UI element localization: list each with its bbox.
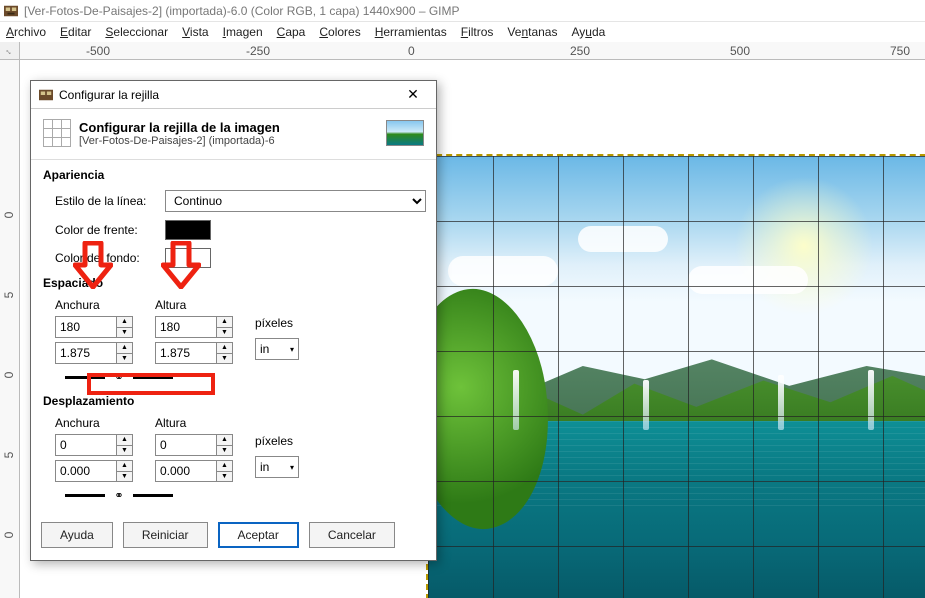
spin-down-icon[interactable]: ▼ (117, 446, 132, 456)
spin-up-icon[interactable]: ▲ (217, 461, 232, 472)
appearance-title: Apariencia (43, 168, 426, 182)
bg-color-label: Color del fondo: (55, 251, 155, 265)
dialog-header-sub: [Ver-Fotos-De-Paisajes-2] (importada)-6 (79, 135, 280, 147)
spin-down-icon[interactable]: ▼ (217, 354, 232, 364)
reset-button[interactable]: Reiniciar (123, 522, 208, 548)
spacing-height-label: Altura (155, 298, 235, 312)
offset-width-unit[interactable]: ▲▼ (55, 460, 133, 482)
chevron-down-icon: ▾ (290, 345, 294, 354)
offset-title: Desplazamiento (43, 394, 426, 408)
offset-width-px[interactable]: ▲▼ (55, 434, 133, 456)
ruler-h-tick: 750 (890, 44, 910, 58)
menu-archivo[interactable]: Archivo (6, 25, 46, 39)
dialog-header: Configurar la rejilla de la imagen [Ver-… (41, 115, 426, 157)
menu-filtros[interactable]: Filtros (461, 25, 494, 39)
offset-height-label: Altura (155, 416, 235, 430)
dialog-header-title: Configurar la rejilla de la imagen (79, 120, 280, 135)
px-unit-label: píxeles (255, 434, 293, 448)
offset-chain[interactable]: ⚭ (65, 488, 426, 502)
ruler-v-tick: 5 (2, 292, 16, 299)
main-titlebar: [Ver-Fotos-De-Paisajes-2] (importada)-6.… (0, 0, 925, 22)
close-icon[interactable]: ✕ (398, 84, 428, 106)
menu-herramientas[interactable]: Herramientas (375, 25, 447, 39)
line-style-select[interactable]: Continuo (165, 190, 426, 212)
fg-color-label: Color de frente: (55, 223, 155, 237)
ruler-h-tick: 500 (730, 44, 750, 58)
menu-ventanas[interactable]: Ventanas (507, 25, 557, 39)
chain-link-icon[interactable]: ⚭ (109, 488, 129, 502)
ruler-v-tick: 5 (2, 452, 16, 459)
image-on-canvas[interactable] (426, 154, 925, 598)
spin-down-icon[interactable]: ▼ (117, 354, 132, 364)
bg-color-swatch[interactable] (165, 248, 211, 268)
grid-icon (43, 119, 71, 147)
offset-unit-select[interactable]: in▾ (255, 456, 299, 478)
spin-down-icon[interactable]: ▼ (217, 328, 232, 338)
ruler-h-tick: -500 (86, 44, 110, 58)
offset-width-label: Anchura (55, 416, 135, 430)
menu-bar: Archivo Editar Seleccionar Vista Imagen … (0, 22, 925, 42)
fg-color-swatch[interactable] (165, 220, 211, 240)
ruler-v-tick: 0 (2, 212, 16, 219)
spacing-title: Espaciado (43, 276, 426, 290)
accept-button[interactable]: Aceptar (218, 522, 299, 548)
offset-height-unit[interactable]: ▲▼ (155, 460, 233, 482)
spin-up-icon[interactable]: ▲ (117, 317, 132, 328)
spacing-width-unit[interactable]: ▲▼ (55, 342, 133, 364)
spin-up-icon[interactable]: ▲ (117, 435, 132, 446)
menu-vista[interactable]: Vista (182, 25, 208, 39)
menu-capa[interactable]: Capa (277, 25, 306, 39)
spin-up-icon[interactable]: ▲ (117, 343, 132, 354)
grid-overlay (428, 156, 925, 598)
spin-up-icon[interactable]: ▲ (217, 435, 232, 446)
spacing-chain[interactable]: ⚭ (65, 370, 426, 384)
px-unit-label: píxeles (255, 316, 293, 330)
dialog-title: Configurar la rejilla (59, 88, 159, 102)
offset-height-px[interactable]: ▲▼ (155, 434, 233, 456)
spacing-width-px[interactable]: ▲▼ (55, 316, 133, 338)
gimp-icon (39, 89, 53, 101)
spin-down-icon[interactable]: ▼ (117, 472, 132, 482)
dialog-titlebar[interactable]: Configurar la rejilla ✕ (31, 81, 436, 109)
image-thumbnail (386, 120, 424, 146)
spacing-height-px[interactable]: ▲▼ (155, 316, 233, 338)
chain-link-icon[interactable]: ⚭ (109, 370, 129, 384)
spacing-unit-select[interactable]: in▾ (255, 338, 299, 360)
spin-up-icon[interactable]: ▲ (217, 317, 232, 328)
ruler-horizontal[interactable]: -500 -250 0 250 500 750 (20, 42, 925, 60)
spacing-width-label: Anchura (55, 298, 135, 312)
spacing-height-unit[interactable]: ▲▼ (155, 342, 233, 364)
ruler-h-tick: 250 (570, 44, 590, 58)
ruler-v-tick: 0 (2, 532, 16, 539)
ruler-h-tick: 0 (408, 44, 415, 58)
ruler-corner[interactable]: ↔ (0, 42, 20, 60)
spin-down-icon[interactable]: ▼ (117, 328, 132, 338)
menu-ayuda[interactable]: Ayuda (571, 25, 605, 39)
ruler-h-tick: -250 (246, 44, 270, 58)
cancel-button[interactable]: Cancelar (309, 522, 395, 548)
spin-up-icon[interactable]: ▲ (117, 461, 132, 472)
chevron-down-icon: ▾ (290, 463, 294, 472)
menu-seleccionar[interactable]: Seleccionar (105, 25, 168, 39)
menu-imagen[interactable]: Imagen (223, 25, 263, 39)
spin-down-icon[interactable]: ▼ (217, 446, 232, 456)
line-style-label: Estilo de la línea: (55, 194, 155, 208)
window-title: [Ver-Fotos-De-Paisajes-2] (importada)-6.… (24, 4, 460, 18)
menu-colores[interactable]: Colores (319, 25, 360, 39)
ruler-vertical[interactable]: 0 5 0 5 0 (0, 60, 20, 598)
menu-editar[interactable]: Editar (60, 25, 91, 39)
configure-grid-dialog: Configurar la rejilla ✕ Configurar la re… (30, 80, 437, 561)
spin-up-icon[interactable]: ▲ (217, 343, 232, 354)
ruler-v-tick: 0 (2, 372, 16, 379)
gimp-icon (4, 5, 18, 17)
spin-down-icon[interactable]: ▼ (217, 472, 232, 482)
help-button[interactable]: Ayuda (41, 522, 113, 548)
